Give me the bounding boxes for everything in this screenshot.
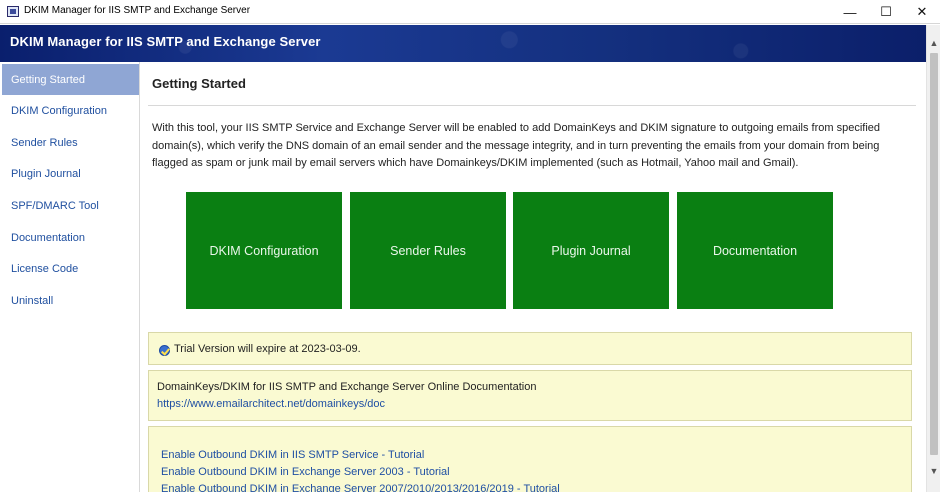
documentation-link[interactable]: https://www.emailarchitect.net/domainkey… — [157, 398, 385, 410]
sidebar-item-label: Documentation — [11, 231, 85, 244]
banner-title: DKIM Manager for IIS SMTP and Exchange S… — [10, 34, 321, 49]
tutorial-link-exchange-2003[interactable]: Enable Outbound DKIM in Exchange Server … — [161, 466, 450, 478]
tutorial-link-exchange-2007-2019[interactable]: Enable Outbound DKIM in Exchange Server … — [161, 483, 560, 492]
tutorial-link-iis-smtp[interactable]: Enable Outbound DKIM in IIS SMTP Service… — [161, 449, 424, 461]
tile-label: Sender Rules — [390, 243, 466, 258]
page-title: Getting Started — [152, 76, 246, 91]
sidebar-item-label: Getting Started — [11, 73, 85, 86]
tile-dkim-configuration[interactable]: DKIM Configuration — [186, 192, 342, 309]
sidebar-item-uninstall[interactable]: Uninstall — [2, 285, 139, 316]
window-title: DKIM Manager for IIS SMTP and Exchange S… — [24, 5, 251, 16]
intro-text: With this tool, your IIS SMTP Service an… — [152, 122, 880, 169]
vertical-scrollbar[interactable]: ▲ ▼ — [926, 25, 940, 492]
tile-label: DKIM Configuration — [209, 243, 319, 258]
sidebar-item-label: Sender Rules — [11, 136, 78, 149]
app-icon — [7, 6, 19, 17]
sidebar-item-sender-rules[interactable]: Sender Rules — [2, 127, 139, 158]
header-banner: DKIM Manager for IIS SMTP and Exchange S… — [0, 25, 926, 62]
main-content: Getting Started With this tool, your IIS… — [141, 62, 926, 492]
maximize-button[interactable]: ☐ — [868, 0, 904, 24]
scroll-up-arrow-icon[interactable]: ▲ — [927, 35, 940, 51]
documentation-panel: DomainKeys/DKIM for IIS SMTP and Exchang… — [148, 370, 912, 421]
tutorials-panel: Enable Outbound DKIM in IIS SMTP Service… — [148, 426, 912, 492]
tile-plugin-journal[interactable]: Plugin Journal — [513, 192, 669, 309]
tile-label: Documentation — [712, 243, 798, 258]
sidebar-item-getting-started[interactable]: Getting Started — [2, 64, 139, 95]
sidebar-nav: Getting Started DKIM Configuration Sende… — [0, 62, 140, 492]
title-divider — [148, 105, 916, 106]
trial-notice-text: Trial Version will expire at 2023-03-09. — [174, 343, 361, 355]
sidebar-item-dkim-configuration[interactable]: DKIM Configuration — [2, 95, 139, 126]
tile-label: Plugin Journal — [551, 243, 631, 258]
tile-documentation[interactable]: Documentation — [677, 192, 833, 309]
documentation-title: DomainKeys/DKIM for IIS SMTP and Exchang… — [157, 381, 537, 393]
close-button[interactable]: ✕ — [904, 0, 940, 24]
sidebar-item-spf-dmarc-tool[interactable]: SPF/DMARC Tool — [2, 190, 139, 221]
sidebar-item-documentation[interactable]: Documentation — [2, 222, 139, 253]
sidebar-item-label: License Code — [11, 262, 79, 275]
sidebar-item-plugin-journal[interactable]: Plugin Journal — [2, 158, 139, 189]
window-title-bar[interactable]: DKIM Manager for IIS SMTP and Exchange S… — [0, 0, 940, 24]
sidebar-item-label: Plugin Journal — [11, 167, 81, 180]
minimize-button[interactable]: — — [832, 0, 868, 24]
sidebar-item-label: Uninstall — [11, 294, 54, 307]
scroll-down-arrow-icon[interactable]: ▼ — [927, 463, 940, 479]
sidebar-item-label: SPF/DMARC Tool — [11, 199, 99, 212]
trial-notice-panel: Trial Version will expire at 2023-03-09. — [148, 332, 912, 365]
scrollbar-thumb[interactable] — [930, 53, 938, 455]
tile-sender-rules[interactable]: Sender Rules — [350, 192, 506, 309]
sidebar-item-license-code[interactable]: License Code — [2, 253, 139, 284]
verified-check-icon — [159, 345, 170, 356]
sidebar-item-label: DKIM Configuration — [11, 104, 107, 117]
